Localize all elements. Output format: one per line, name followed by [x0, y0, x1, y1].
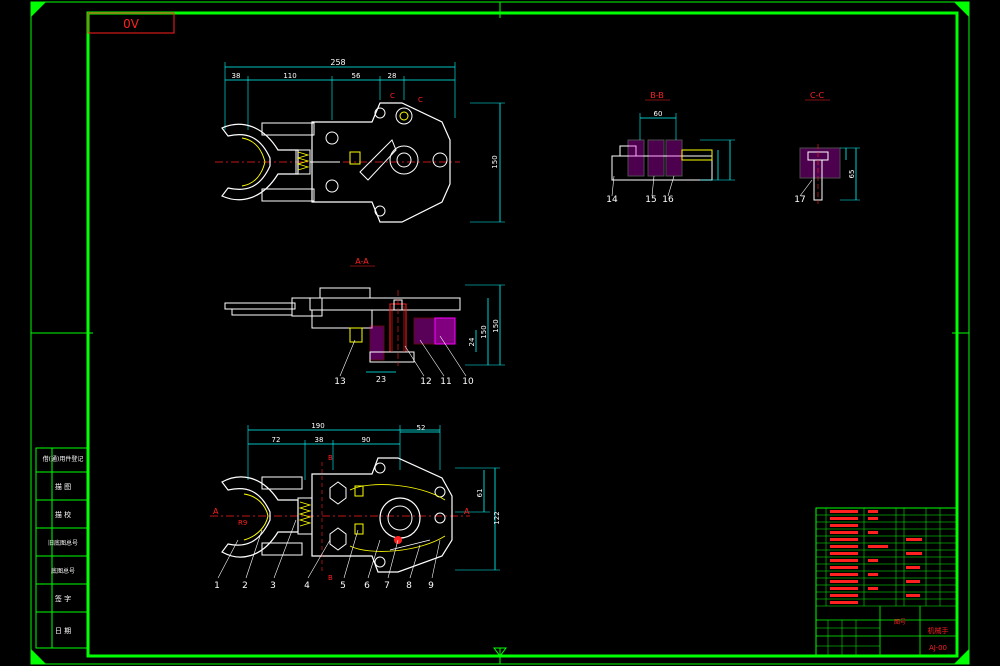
bottom-view: 190 72 38 90 52 61 122 B B A A R9 1 2 3 … — [210, 422, 501, 591]
title-name: 机械手 — [928, 626, 949, 635]
left-label-3: 旧底图总号 — [48, 539, 78, 547]
view-marker-b-bottom: B — [328, 574, 333, 582]
dim-bottom-3: 38 — [315, 436, 324, 444]
balloon-bb-16: 16 — [662, 195, 674, 205]
balloon-8: 8 — [406, 581, 412, 591]
balloon-7: 7 — [384, 581, 390, 591]
dim-top-3: 56 — [352, 72, 361, 80]
section-cc-view: C-C 65 17 — [794, 91, 860, 205]
dim-aa-v2: 150 — [480, 325, 488, 338]
view-marker-b-top: B — [328, 454, 333, 462]
balloon-aa-13: 13 — [334, 377, 345, 387]
title-block: 图号 机械手 AJ-00 — [815, 507, 958, 657]
dim-bottom-h1: 61 — [476, 489, 484, 498]
left-registry-block: 借(通)用件登记 描 图 描 校 旧底图总号 底图总号 签 字 日 期 — [35, 447, 89, 649]
dim-top-4: 28 — [388, 72, 397, 80]
title-cell-label: 图号 — [894, 619, 906, 626]
view-marker-a-left: A — [213, 507, 219, 516]
balloon-aa-12: 12 — [420, 377, 431, 387]
dim-bb-width: 60 — [654, 110, 663, 118]
dim-bottom-h2: 122 — [493, 511, 501, 524]
dim-top-1: 38 — [232, 72, 241, 80]
balloon-bb-15: 15 — [645, 195, 656, 205]
view-marker-c1: C — [390, 92, 395, 100]
balloon-1: 1 — [214, 581, 220, 591]
left-label-0: 借(通)用件登记 — [43, 455, 84, 463]
view-marker-a-right: A — [464, 507, 470, 516]
left-label-6: 日 期 — [55, 627, 71, 635]
section-label-cc: C-C — [810, 91, 824, 100]
cad-drawing-canvas: 0V 借(通)用件登记 描 图 描 校 旧底图总号 底图总号 签 字 日 期 2… — [30, 1, 970, 665]
balloon-9: 9 — [428, 581, 434, 591]
balloon-cc-17: 17 — [794, 195, 805, 205]
balloon-5: 5 — [340, 581, 346, 591]
balloon-3: 3 — [270, 581, 276, 591]
balloon-bb-14: 14 — [606, 195, 618, 205]
balloon-2: 2 — [242, 581, 248, 591]
balloon-aa-10: 10 — [462, 377, 474, 387]
balloon-6: 6 — [364, 581, 370, 591]
dim-aa-v3: 24 — [468, 337, 476, 346]
balloon-4: 4 — [304, 581, 310, 591]
dim-aa-bottom: 23 — [376, 375, 386, 384]
dim-bottom-overall: 190 — [311, 422, 324, 430]
section-bb-view: B-B 60 14 15 16 — [606, 91, 735, 205]
left-label-4: 底图总号 — [51, 567, 75, 575]
dim-bottom-4: 90 — [362, 436, 371, 444]
inner-frame — [86, 11, 959, 658]
left-label-1: 描 图 — [55, 482, 71, 491]
view-marker-c2: C — [418, 96, 423, 104]
section-label-bb: B-B — [650, 91, 664, 100]
section-aa-view: A-A 150 150 24 23 13 12 11 10 — [224, 257, 505, 387]
top-view: 258 38 110 56 28 150 C C — [215, 58, 505, 223]
dim-cc-h: 65 — [848, 170, 856, 179]
corner-tag-text: 0V — [123, 17, 140, 31]
dim-aa-v1: 150 — [492, 319, 500, 332]
title-drawing-no: AJ-00 — [929, 644, 947, 652]
left-label-2: 描 校 — [55, 510, 71, 519]
dim-bottom-2: 72 — [272, 436, 281, 444]
dim-top-height: 150 — [491, 155, 499, 168]
balloon-aa-11: 11 — [440, 377, 451, 387]
corner-mark-tl — [31, 2, 46, 17]
dim-top-2: 110 — [283, 72, 296, 80]
dim-bottom-small: R9 — [238, 519, 247, 527]
section-label-aa: A-A — [355, 257, 369, 266]
dim-overall-top: 258 — [330, 58, 345, 67]
corner-mark-bl — [31, 649, 46, 664]
dim-bottom-right: 52 — [417, 424, 426, 432]
left-label-5: 签 字 — [55, 594, 71, 603]
